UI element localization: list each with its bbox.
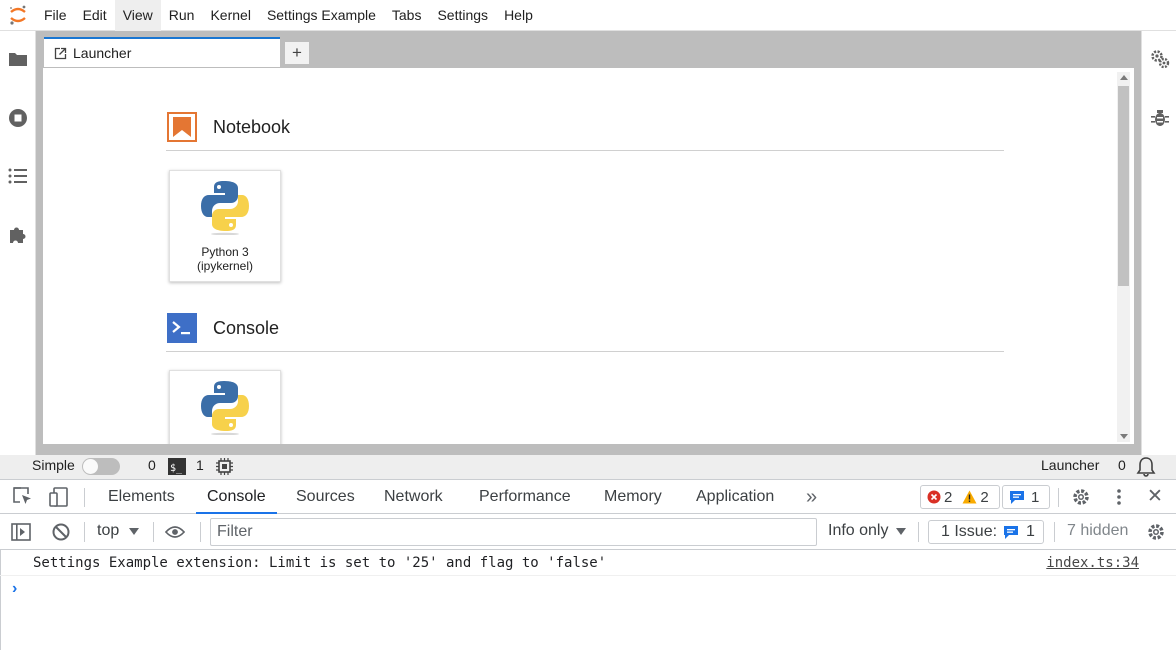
menu-help[interactable]: Help (496, 0, 541, 31)
devtools-tab-sources[interactable]: Sources (296, 480, 355, 514)
launcher-panel: Notebook Python 3 (ipykernel) Console (42, 67, 1135, 445)
message-count: 1 (1031, 488, 1040, 506)
simple-mode-toggle[interactable] (82, 458, 120, 475)
console-section-title: Console (167, 313, 279, 343)
devtools-tab-console[interactable]: Console (196, 480, 277, 514)
toolbar-divider (153, 522, 154, 542)
console-settings-gear-icon[interactable] (1146, 522, 1166, 542)
scroll-up-icon[interactable] (1120, 75, 1128, 80)
debugger-bug-icon[interactable] (1149, 107, 1171, 129)
scroll-down-icon[interactable] (1120, 434, 1128, 439)
toolbar-divider (1054, 522, 1055, 542)
terminal-icon[interactable]: $_ (168, 458, 186, 478)
section-divider (166, 150, 1004, 151)
devtools-settings-gear-icon[interactable] (1071, 487, 1091, 507)
log-levels-dropdown[interactable]: Info only (828, 522, 907, 540)
kernels-count[interactable]: 1 (196, 457, 204, 473)
toolbar-divider (84, 522, 85, 542)
close-devtools-button[interactable]: ✕ (1147, 480, 1163, 514)
launcher-scrollbar[interactable] (1117, 72, 1130, 442)
warning-icon (962, 490, 977, 504)
section-divider (166, 351, 1004, 352)
customize-kebab-icon[interactable] (1109, 487, 1129, 507)
menu-file[interactable]: File (36, 0, 75, 31)
menu-view[interactable]: View (114, 0, 161, 31)
menu-settings-example[interactable]: Settings Example (259, 0, 384, 31)
list-icon[interactable] (7, 165, 29, 187)
console-filter-input[interactable] (210, 518, 817, 546)
stop-circle-icon[interactable] (7, 107, 29, 129)
simple-mode-label: Simple (32, 457, 75, 473)
error-warning-counter[interactable]: 2 2 (920, 485, 1000, 509)
jupyter-logo-icon[interactable] (0, 0, 36, 31)
error-count: 2 (944, 488, 953, 506)
chevron-down-icon (129, 527, 140, 535)
tab-launcher[interactable]: Launcher (44, 37, 280, 67)
tab-label: Launcher (73, 45, 132, 61)
devtools-tab-memory[interactable]: Memory (604, 480, 662, 514)
add-tab-button[interactable]: + (284, 41, 310, 65)
python-logo-icon (201, 381, 249, 435)
toggle-knob (83, 459, 98, 474)
console-icon (167, 313, 197, 343)
console-toolbar: top Info only 1 Issue: 1 7 hidden (0, 514, 1176, 550)
kernel-chip-icon[interactable] (216, 458, 233, 478)
menu-tabs[interactable]: Tabs (384, 0, 430, 31)
menu-run[interactable]: Run (161, 0, 203, 31)
active-document-label: Launcher (1041, 457, 1100, 473)
toolbar-divider (200, 522, 201, 542)
console-message: Settings Example extension: Limit is set… (0, 550, 1176, 576)
devtools-tab-application[interactable]: Application (696, 480, 774, 514)
kernel-card-python3-notebook[interactable]: Python 3 (ipykernel) (169, 170, 281, 282)
toolbar-divider (1058, 488, 1059, 507)
kernel-card-label: Python 3 (ipykernel) (196, 245, 253, 273)
message-icon (1004, 525, 1019, 539)
chevron-down-icon (896, 527, 907, 535)
terminals-count[interactable]: 0 (148, 457, 156, 473)
clear-console-icon[interactable] (51, 522, 71, 542)
devtools-tab-network[interactable]: Network (384, 480, 443, 514)
live-expression-eye-icon[interactable] (165, 522, 185, 542)
right-sidebar (1141, 31, 1176, 455)
console-message-source-link[interactable]: index.ts:34 (1046, 555, 1139, 571)
puzzle-icon[interactable] (7, 223, 29, 245)
error-icon (927, 490, 941, 504)
devtools-tab-elements[interactable]: Elements (108, 480, 175, 514)
status-bar: Simple 0 $_ 1 Launcher 0 (0, 455, 1176, 479)
issues-button[interactable]: 1 Issue: 1 (928, 520, 1044, 544)
hidden-messages-count: 7 hidden (1067, 522, 1129, 539)
menu-edit[interactable]: Edit (75, 0, 115, 31)
notebook-icon (167, 112, 197, 142)
toolbar-divider (918, 522, 919, 542)
context-selector[interactable]: top (97, 522, 140, 540)
notifications-count[interactable]: 0 (1118, 457, 1126, 473)
folder-icon[interactable] (7, 48, 29, 70)
message-counter[interactable]: 1 (1002, 485, 1051, 509)
warning-count: 2 (980, 488, 989, 506)
more-tabs-button[interactable]: » (806, 480, 817, 514)
menubar: File Edit View Run Kernel Settings Examp… (0, 0, 1176, 31)
devtools-tab-performance[interactable]: Performance (479, 480, 571, 514)
property-inspector-gears-icon[interactable] (1149, 48, 1171, 70)
python-logo-icon (201, 181, 249, 235)
tab-bar: Launcher + (42, 37, 1135, 67)
devtools-tabbar: Elements Console Sources Network Perform… (0, 479, 1176, 514)
console-message-text: Settings Example extension: Limit is set… (33, 555, 607, 571)
notebook-section-title: Notebook (167, 112, 290, 142)
inspect-element-icon[interactable] (13, 487, 33, 507)
device-toolbar-icon[interactable] (49, 487, 69, 507)
show-sidebar-icon[interactable] (11, 522, 31, 542)
scrollbar-thumb[interactable] (1118, 86, 1129, 286)
menu-kernel[interactable]: Kernel (202, 0, 258, 31)
bell-icon[interactable] (1136, 456, 1156, 480)
launcher-icon (54, 47, 67, 60)
kernel-card-python3-console[interactable] (169, 370, 281, 444)
console-prompt[interactable]: › (12, 580, 17, 598)
left-sidebar (0, 31, 36, 455)
message-icon (1010, 490, 1024, 504)
menu-settings[interactable]: Settings (429, 0, 496, 31)
toolbar-divider (84, 488, 85, 507)
svg-text:$_: $_ (170, 463, 183, 474)
main-area: Launcher + Notebook Python 3 (ipykernel)… (36, 31, 1141, 455)
